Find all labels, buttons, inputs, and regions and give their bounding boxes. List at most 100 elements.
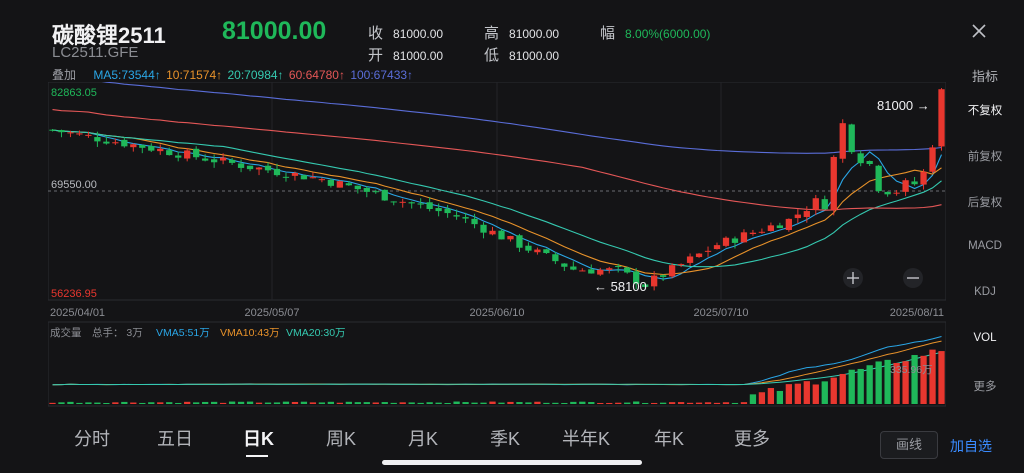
tab-half-year-k[interactable]: 半年K	[562, 425, 610, 451]
candle-body	[94, 137, 101, 142]
candle-body	[848, 124, 855, 153]
volume-bar	[677, 402, 685, 404]
candle-body	[525, 245, 532, 251]
volume-bar	[794, 383, 801, 404]
volume-bar	[668, 402, 676, 404]
tab-yearly-k[interactable]: 年K	[654, 425, 684, 451]
candle-body	[300, 175, 308, 180]
candle-body	[884, 191, 891, 195]
stat-open: 开 81000.00	[368, 47, 444, 64]
kline-chart[interactable]: 82863.05 69550.00 56236.95 81000 → ← 581…	[48, 82, 946, 408]
volume-bar	[345, 401, 352, 404]
candle-body	[794, 214, 801, 219]
volume-bar	[803, 381, 810, 404]
tab-quarterly-k[interactable]: 季K	[490, 425, 520, 451]
overlay-button[interactable]: 叠加	[52, 68, 76, 82]
candle-body	[579, 270, 586, 272]
tab-monthly-k[interactable]: 月K	[408, 425, 438, 451]
candle-body	[85, 134, 92, 136]
stat-low: 低 81000.00	[484, 47, 560, 64]
candle-body	[704, 250, 712, 252]
zoom-out-button[interactable]	[903, 268, 923, 288]
candle-body	[677, 264, 685, 266]
home-indicator	[382, 460, 642, 465]
volume-bar	[372, 402, 379, 404]
close-icon[interactable]	[968, 20, 990, 42]
volume-axis-label: 335.96万	[890, 364, 933, 376]
volume-bar	[309, 402, 317, 404]
candle-body	[749, 232, 757, 235]
volume-bar	[148, 402, 155, 404]
candle-body	[255, 167, 263, 170]
vma5-value: VMA5:51万	[156, 327, 210, 339]
volume-bar	[579, 401, 586, 404]
volume-bar	[911, 355, 918, 404]
date-label-2: 2025/05/07	[244, 307, 299, 319]
candle-body	[866, 160, 873, 164]
volume-bar	[166, 402, 173, 404]
candle-body	[372, 191, 379, 193]
tab-more[interactable]: 更多	[734, 425, 770, 451]
zoom-in-button[interactable]	[843, 268, 863, 288]
tab-weekly-k[interactable]: 周K	[326, 425, 356, 451]
adjust-backward[interactable]: 后复权	[946, 194, 1024, 210]
volume-bar	[175, 402, 182, 404]
tab-five-day[interactable]: 五日	[157, 425, 193, 451]
volume-bar	[543, 402, 550, 404]
candle-body	[246, 165, 254, 170]
volume-bar	[67, 401, 74, 404]
volume-bar	[767, 388, 775, 404]
volume-bar	[327, 401, 335, 404]
volume-bar	[255, 402, 263, 404]
indicator-macd[interactable]: MACD	[946, 240, 1024, 252]
candle-body	[938, 89, 945, 147]
candle-body	[309, 177, 317, 179]
volume-bar	[219, 402, 227, 404]
adjust-none[interactable]: 不复权	[946, 102, 1024, 118]
candle-body	[417, 203, 424, 205]
indicator-kdj[interactable]: KDJ	[946, 286, 1024, 298]
candle-body	[516, 235, 523, 248]
candle-body	[193, 148, 200, 158]
volume-bar	[588, 402, 595, 404]
candle-body	[758, 231, 766, 233]
draw-line-button[interactable]: 画线	[880, 431, 938, 459]
volume-bar	[210, 401, 218, 404]
candle-body	[175, 155, 182, 158]
candle-body	[453, 215, 460, 217]
volume-bar	[228, 401, 236, 404]
volume-bar	[830, 377, 837, 404]
volume-bar	[381, 402, 388, 404]
tab-daily-k[interactable]: 日K	[243, 425, 274, 451]
stat-high: 高 81000.00	[484, 25, 560, 42]
candle-body	[480, 224, 487, 233]
candle-body	[659, 275, 667, 277]
volume-bar	[821, 381, 828, 404]
volume-bar	[498, 402, 505, 404]
volume-bar	[507, 401, 514, 404]
indicator-vol[interactable]: VOL	[946, 332, 1024, 344]
volume-bar	[318, 402, 326, 404]
stat-change: 幅 8.00%(6000.00)	[600, 25, 711, 42]
volume-bar	[839, 373, 846, 404]
volume-bar	[722, 402, 730, 404]
candle-body	[785, 218, 792, 231]
candle-body	[534, 249, 541, 253]
candle-body	[857, 153, 864, 164]
candle-body	[686, 256, 694, 263]
candle-body	[58, 130, 65, 133]
tab-timeshare[interactable]: 分时	[74, 425, 110, 451]
candle-body	[902, 180, 909, 192]
candle-body	[507, 236, 514, 240]
date-label-5: 2025/08/11	[890, 307, 944, 319]
candle-body	[462, 217, 469, 219]
stat-close: 收 81000.00	[368, 25, 444, 42]
adjust-forward[interactable]: 前复权	[946, 148, 1024, 164]
vma5-line	[52, 336, 942, 386]
volume-bar	[453, 401, 460, 404]
indicator-more[interactable]: 更多	[946, 378, 1024, 394]
y-axis-bottom-label: 56236.95	[51, 288, 97, 300]
candle-body	[381, 189, 388, 201]
add-watchlist-button[interactable]: 加自选	[950, 436, 992, 456]
volume-bar	[875, 361, 882, 404]
